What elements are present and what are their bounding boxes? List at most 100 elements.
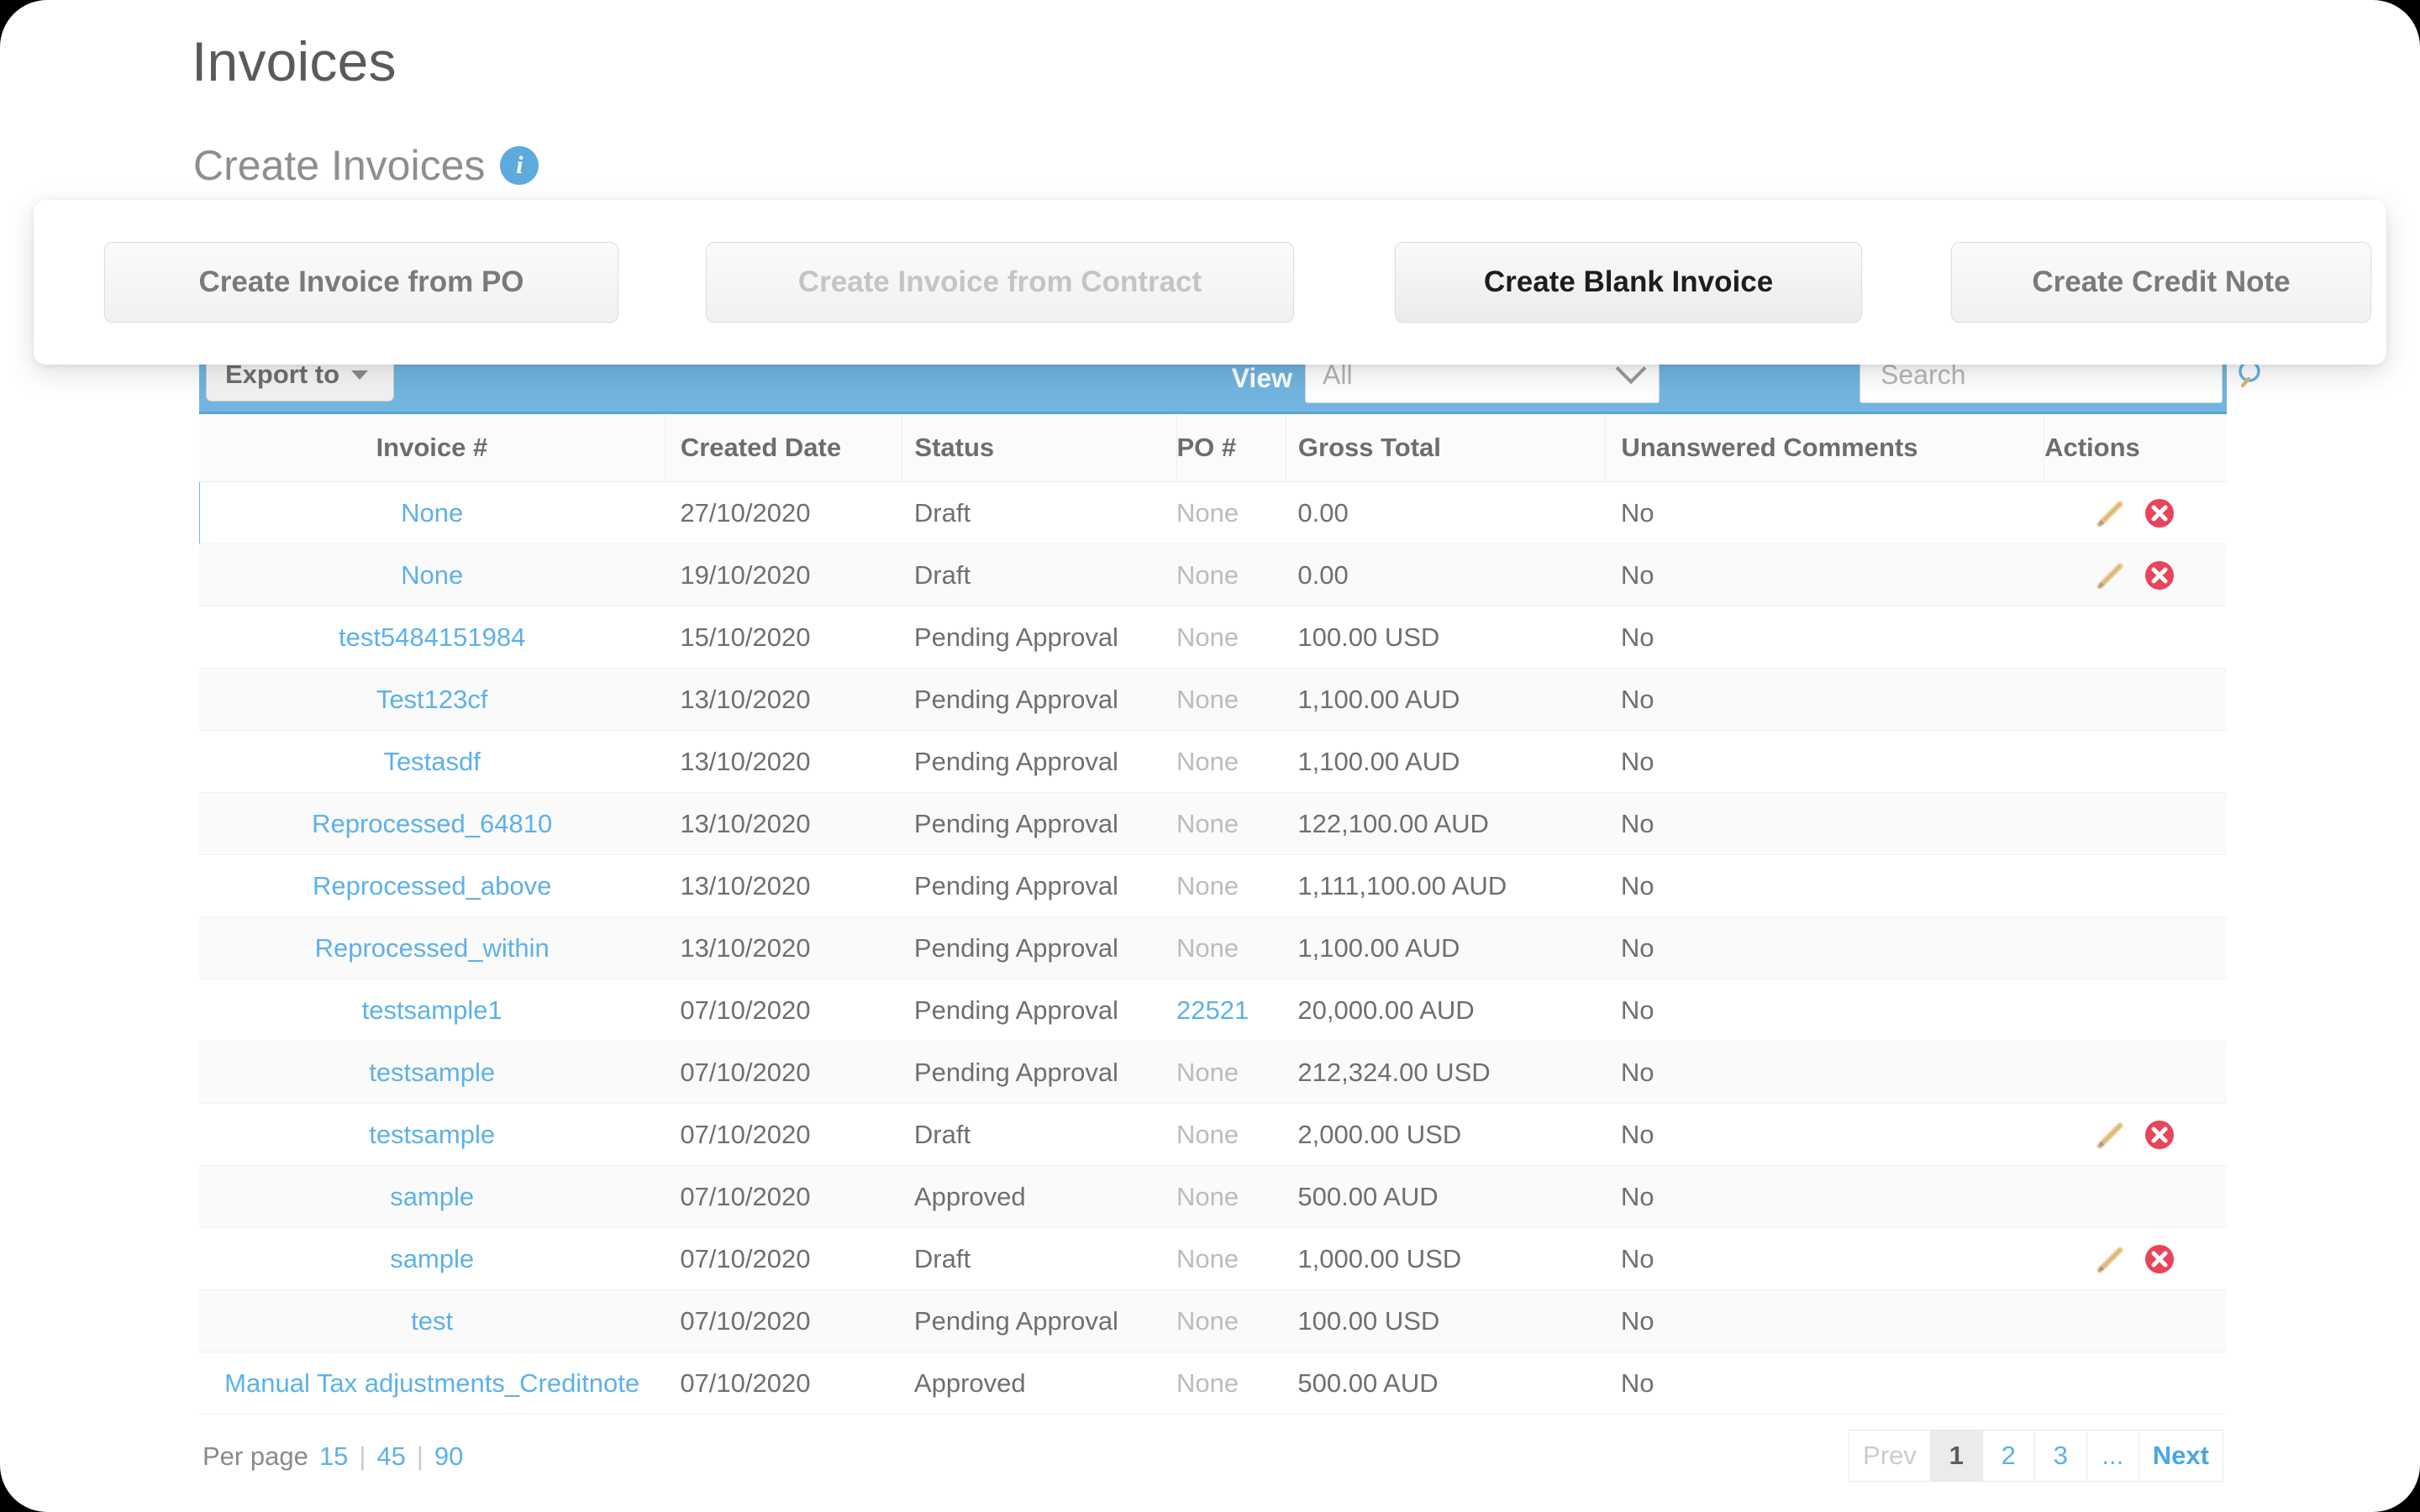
create-blank-invoice-button[interactable]: Create Blank Invoice [1395, 242, 1862, 323]
per-page-90[interactable]: 90 [434, 1441, 463, 1472]
col-status[interactable]: Status [902, 414, 1176, 482]
per-page-45[interactable]: 45 [376, 1441, 405, 1472]
pagination-2[interactable]: 2 [1983, 1430, 2035, 1482]
delete-circle-icon[interactable] [2141, 1241, 2178, 1278]
col-invoice-number[interactable]: Invoice # [199, 414, 665, 482]
pagination-3[interactable]: 3 [2035, 1430, 2087, 1482]
section-heading: Create Invoices i [193, 144, 539, 186]
cell-unanswered-comments: No [1606, 855, 2044, 917]
po-value[interactable]: 22521 [1176, 995, 1249, 1025]
invoices-table: Invoice # Created Date Status PO # Gross… [199, 414, 2227, 1415]
cell-unanswered-comments: No [1606, 482, 2044, 544]
cell-created-date: 07/10/2020 [665, 1352, 902, 1415]
row-action-group [2044, 1228, 2227, 1289]
cell-po-number: None [1176, 855, 1286, 917]
table-row[interactable]: sample07/10/2020ApprovedNone500.00 AUDNo [199, 1166, 2227, 1228]
delete-circle-icon[interactable] [2141, 557, 2178, 594]
pagination-ellipsisellipsisellipsis[interactable]: ... [2087, 1430, 2139, 1482]
table-row[interactable]: test07/10/2020Pending ApprovalNone100.00… [199, 1290, 2227, 1352]
col-po-number[interactable]: PO # [1176, 414, 1286, 482]
cell-actions [2044, 979, 2227, 1042]
table-row[interactable]: testsample07/10/2020Pending ApprovalNone… [199, 1042, 2227, 1104]
chevron-down-icon [351, 370, 368, 380]
cell-actions [2044, 1166, 2227, 1228]
cell-created-date: 19/10/2020 [665, 544, 902, 606]
cell-status: Pending Approval [902, 606, 1176, 669]
po-value: None [1176, 1244, 1239, 1273]
po-value: None [1176, 1120, 1239, 1149]
invoice-link[interactable]: Reprocessed_within [315, 933, 550, 963]
delete-circle-icon[interactable] [2141, 1116, 2178, 1153]
delete-circle-icon[interactable] [2141, 495, 2178, 532]
pagination-next[interactable]: Next [2139, 1430, 2223, 1482]
invoice-link[interactable]: Test123cf [376, 685, 488, 714]
view-label: View [1232, 363, 1292, 394]
pencil-icon[interactable] [2092, 495, 2129, 532]
table-row[interactable]: Reprocessed_above13/10/2020Pending Appro… [199, 855, 2227, 917]
row-action-group [2044, 1166, 2227, 1227]
invoice-link[interactable]: test5484151984 [339, 622, 525, 652]
cell-status: Approved [902, 1166, 1176, 1228]
cell-invoice-number: testsample1 [199, 979, 665, 1042]
cell-gross-total: 1,111,100.00 AUD [1286, 855, 1605, 917]
invoice-link[interactable]: Manual Tax adjustments_Creditnote [224, 1368, 639, 1398]
per-page-15[interactable]: 15 [319, 1441, 348, 1472]
cell-created-date: 13/10/2020 [665, 855, 902, 917]
table-row[interactable]: Reprocessed_6481013/10/2020Pending Appro… [199, 793, 2227, 855]
table-row[interactable]: testsample07/10/2020DraftNone2,000.00 US… [199, 1104, 2227, 1166]
cell-invoice-number: Reprocessed_64810 [199, 793, 665, 855]
pagination-1[interactable]: 1 [1931, 1430, 1983, 1482]
cell-gross-total: 20,000.00 AUD [1286, 979, 1605, 1042]
create-invoice-from-contract-button[interactable]: Create Invoice from Contract [706, 242, 1294, 323]
grid-footer: Per page 15 | 45 | 90 Prev123...Next [199, 1415, 2227, 1507]
invoice-link[interactable]: Testasdf [383, 747, 480, 776]
cell-gross-total: 0.00 [1286, 544, 1605, 606]
pencil-icon[interactable] [2092, 557, 2129, 594]
cell-invoice-number: testsample [199, 1042, 665, 1104]
col-created-date[interactable]: Created Date [665, 414, 902, 482]
table-row[interactable]: Test123cf13/10/2020Pending ApprovalNone1… [199, 669, 2227, 731]
invoice-link[interactable]: sample [390, 1244, 474, 1273]
invoice-link[interactable]: Reprocessed_64810 [312, 809, 552, 838]
info-icon[interactable]: i [500, 146, 539, 185]
col-gross-total[interactable]: Gross Total [1286, 414, 1605, 482]
table-row[interactable]: Manual Tax adjustments_Creditnote 07/10/2… [199, 1352, 2227, 1415]
po-value: None [1176, 871, 1239, 900]
pencil-icon[interactable] [2092, 1116, 2129, 1153]
table-row[interactable]: Reprocessed_within13/10/2020Pending Appr… [199, 917, 2227, 979]
invoices-grid: Export to View All Invoice # [199, 343, 2227, 1507]
cell-unanswered-comments: No [1606, 1042, 2044, 1104]
cell-actions [2044, 917, 2227, 979]
table-row[interactable]: testsample107/10/2020Pending Approval225… [199, 979, 2227, 1042]
per-page-separator: | [359, 1441, 366, 1472]
col-unanswered-comments[interactable]: Unanswered Comments [1606, 414, 2044, 482]
cell-invoice-number: test5484151984 [199, 606, 665, 669]
pencil-icon[interactable] [2092, 1241, 2129, 1278]
create-credit-note-button[interactable]: Create Credit Note [1951, 242, 2371, 323]
invoice-link[interactable]: testsample [369, 1058, 495, 1087]
cell-status: Draft [902, 544, 1176, 606]
cell-gross-total: 2,000.00 USD [1286, 1104, 1605, 1166]
invoice-link[interactable]: test [411, 1306, 453, 1336]
create-invoice-from-po-button[interactable]: Create Invoice from PO [104, 242, 618, 323]
invoice-link[interactable]: testsample1 [362, 995, 502, 1025]
invoice-link[interactable]: testsample [369, 1120, 495, 1149]
table-row[interactable]: sample07/10/2020DraftNone1,000.00 USDNo [199, 1228, 2227, 1290]
table-row[interactable]: None19/10/2020DraftNone0.00No [199, 544, 2227, 606]
table-row[interactable]: test548415198415/10/2020Pending Approval… [199, 606, 2227, 669]
cell-unanswered-comments: No [1606, 1228, 2044, 1290]
invoice-link[interactable]: Reprocessed_above [313, 871, 551, 900]
table-row[interactable]: None27/10/2020DraftNone0.00No [199, 482, 2227, 544]
invoice-link[interactable]: None [401, 498, 463, 528]
invoice-link[interactable]: None [401, 560, 463, 590]
row-action-group [2044, 855, 2227, 916]
cell-status: Pending Approval [902, 917, 1176, 979]
cell-unanswered-comments: No [1606, 1166, 2044, 1228]
table-row[interactable]: Testasdf13/10/2020Pending ApprovalNone1,… [199, 731, 2227, 793]
cell-po-number: None [1176, 1352, 1286, 1415]
row-action-group [2044, 1290, 2227, 1352]
cell-gross-total: 100.00 USD [1286, 606, 1605, 669]
cell-po-number: None [1176, 1104, 1286, 1166]
po-value: None [1176, 560, 1239, 590]
invoice-link[interactable]: sample [390, 1182, 474, 1211]
